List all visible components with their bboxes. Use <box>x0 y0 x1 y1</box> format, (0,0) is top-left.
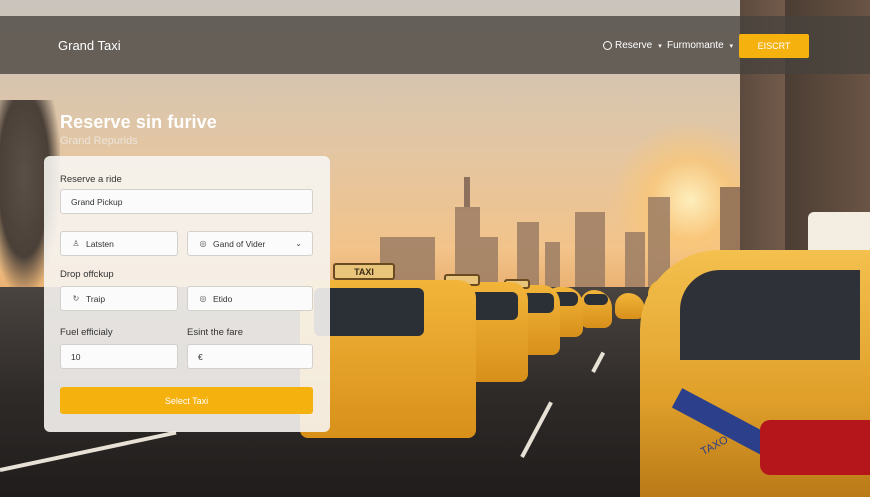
nav-item-reserve[interactable]: Reserve ▾ <box>603 40 662 51</box>
fare-input[interactable] <box>198 351 312 362</box>
fuel-field[interactable] <box>60 344 178 369</box>
taxi-car <box>580 290 612 328</box>
hero-title: Reserve sin furive <box>60 112 217 132</box>
taxi-car-foreground: TAXO <box>640 250 870 497</box>
dropoff-label: Drop offckup <box>60 269 114 280</box>
chevron-down-icon: ⌄ <box>295 239 302 248</box>
select-taxi-button[interactable]: Select Taxi <box>60 387 313 414</box>
brand-logo-text[interactable]: Grand Taxi <box>58 38 121 53</box>
building <box>575 212 605 297</box>
location-field[interactable]: ♙ Latsten <box>60 231 178 256</box>
chat-bubble-icon <box>603 41 612 50</box>
nav-item-label: Reserve <box>615 40 653 51</box>
nav-item-label: Furmomante <box>667 40 724 51</box>
vehicle-select-value: Gand of Vider <box>213 238 266 249</box>
vehicle-select[interactable]: ◎ Gand of Vider ⌄ <box>187 231 313 256</box>
skyscraper-spire <box>464 177 470 207</box>
chevron-down-icon: ▾ <box>658 42 662 50</box>
fuel-label: Fuel efficialy <box>60 327 113 338</box>
chevron-down-icon: ▾ <box>729 43 733 50</box>
fuel-input[interactable] <box>71 351 177 362</box>
location-value: Latsten <box>86 238 114 249</box>
target-icon: ◎ <box>199 294 207 303</box>
pickup-field[interactable] <box>60 189 313 214</box>
pickup-input[interactable] <box>71 196 312 207</box>
user-icon: ♙ <box>72 239 80 248</box>
destination-field[interactable]: ◎ Etido <box>187 286 313 311</box>
taxi-roof-sign <box>808 212 870 250</box>
fare-label: Esint the fare <box>187 327 243 338</box>
target-icon: ◎ <box>199 239 207 248</box>
header-cta-button[interactable]: EISCRT <box>739 34 809 58</box>
trip-value: Traip <box>86 293 106 304</box>
taxi-roof-sign: TAXI <box>333 263 395 280</box>
top-nav-bar: Grand Taxi Reserve ▾ Furmomante ▾ EISCRT <box>0 16 870 74</box>
hero-subtitle: Grand Repurids <box>60 135 138 147</box>
booking-form-card: Reserve a ride ♙ Latsten ◎ Gand of Vider… <box>44 156 330 432</box>
fare-field[interactable] <box>187 344 313 369</box>
tail-light <box>760 420 870 475</box>
form-title: Reserve a ride <box>60 174 122 185</box>
trip-field[interactable]: ↻ Traip <box>60 286 178 311</box>
nav-item-more[interactable]: Furmomante ▾ <box>667 40 733 51</box>
destination-value: Etido <box>213 293 233 304</box>
door-text: TAXO <box>698 433 731 459</box>
refresh-icon: ↻ <box>72 294 80 303</box>
